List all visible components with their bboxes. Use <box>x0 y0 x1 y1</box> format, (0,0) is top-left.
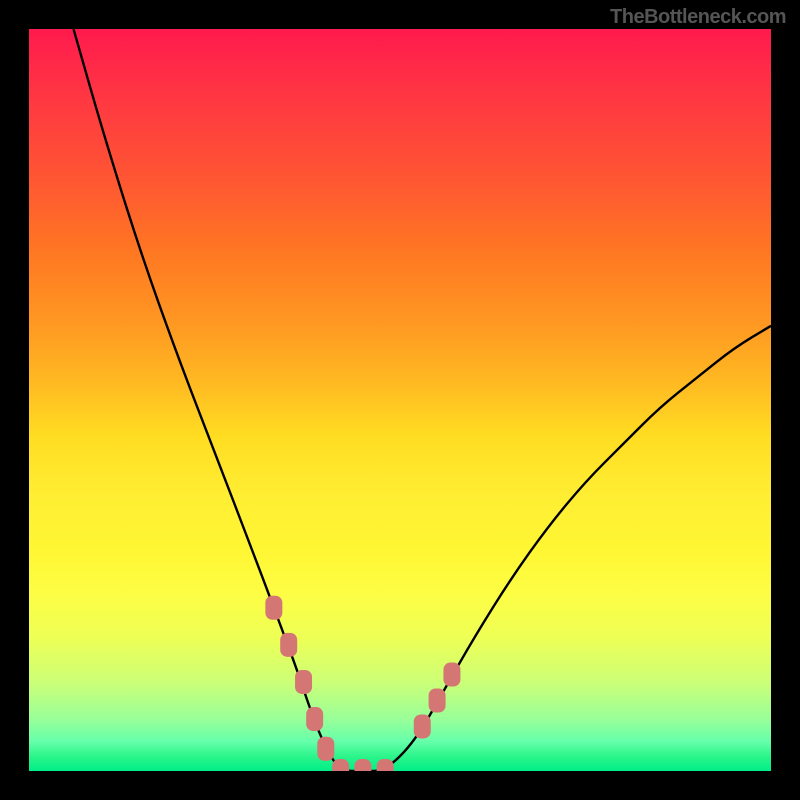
marker-set-left-marker <box>295 670 312 694</box>
marker-set-right-marker <box>429 689 446 713</box>
marker-set-bottom-marker <box>354 759 371 771</box>
marker-set-left-marker <box>280 633 297 657</box>
marker-set-bottom-marker <box>332 759 349 771</box>
marker-set-right-marker <box>414 714 431 738</box>
plot-area <box>29 29 771 771</box>
chart-svg <box>29 29 771 771</box>
marker-group <box>265 596 460 771</box>
marker-set-left-marker <box>265 596 282 620</box>
watermark: TheBottleneck.com <box>610 6 786 29</box>
bottleneck-curve <box>74 29 771 771</box>
marker-set-right-marker <box>443 663 460 687</box>
marker-set-bottom-marker <box>377 759 394 771</box>
marker-set-left-marker <box>306 707 323 731</box>
marker-set-left-marker <box>317 737 334 761</box>
chart-container: TheBottleneck.com <box>0 0 800 800</box>
